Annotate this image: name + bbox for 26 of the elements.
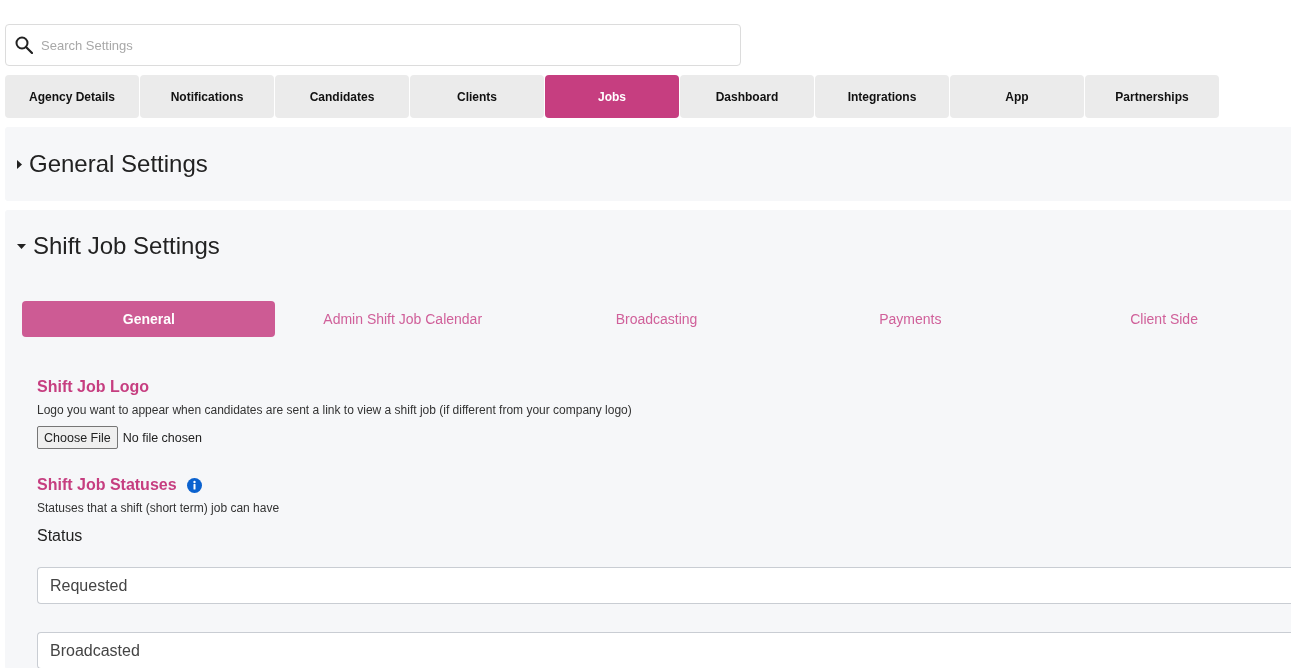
settings-tab[interactable]: Candidates <box>275 75 409 118</box>
section-title[interactable]: Shift Job Settings <box>33 230 220 262</box>
settings-tab[interactable]: Notifications <box>140 75 274 118</box>
settings-tab[interactable]: Dashboard <box>680 75 814 118</box>
caret-right-icon[interactable] <box>17 159 22 169</box>
settings-tab[interactable]: App <box>950 75 1084 118</box>
search-field[interactable]: Search Settings <box>5 24 741 66</box>
subtab[interactable]: General <box>22 301 276 337</box>
caret-down-icon[interactable] <box>17 243 26 249</box>
search-icon <box>15 36 33 54</box>
info-icon[interactable] <box>186 477 202 493</box>
settings-tab[interactable]: Agency Details <box>5 75 139 118</box>
file-status-text: No file chosen <box>122 430 202 445</box>
logo-description: Logo you want to appear when candidates are sent a link to view a shift job (if different from your company logo) <box>37 402 632 418</box>
choose-file-button[interactable]: Choose File <box>37 426 118 449</box>
settings-tab[interactable]: Clients <box>410 75 544 118</box>
settings-tab[interactable]: Integrations <box>815 75 949 118</box>
settings-tab[interactable]: Partnerships <box>1085 75 1219 118</box>
status-field[interactable]: Requested <box>37 567 1291 604</box>
statuses-description: Statuses that a shift (short term) job can have <box>37 500 280 516</box>
status-field[interactable]: Broadcasted <box>37 632 1291 668</box>
section-title[interactable]: General Settings <box>29 148 208 180</box>
status-label: Status <box>37 526 83 546</box>
settings-tab[interactable]: Jobs <box>545 75 679 118</box>
statuses-heading: Shift Job Statuses <box>37 475 177 495</box>
logo-heading: Shift Job Logo <box>37 377 149 397</box>
